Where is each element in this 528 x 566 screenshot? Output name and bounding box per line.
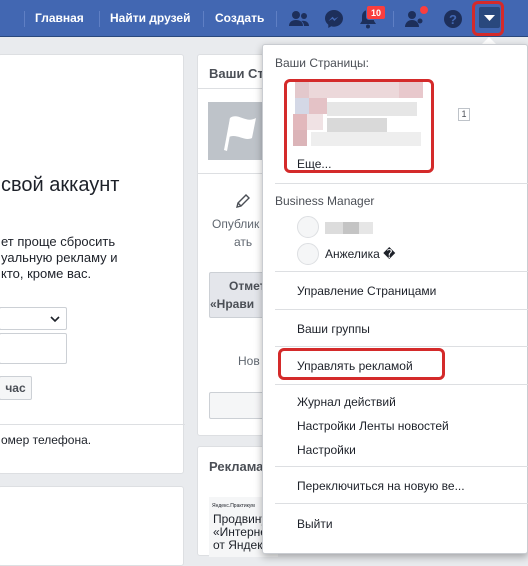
menu-item-news-feed-preferences[interactable]: Настройки Ленты новостей bbox=[297, 419, 449, 433]
like-page-label: Отмет bbox=[229, 279, 266, 293]
phone-input[interactable] bbox=[0, 333, 67, 364]
nav-separator bbox=[203, 11, 204, 27]
account-text-line: уальную рекламу и bbox=[1, 250, 118, 265]
avatar bbox=[297, 243, 319, 265]
svg-text:?: ? bbox=[449, 12, 457, 27]
blurred-business-name[interactable] bbox=[325, 222, 373, 234]
menu-item-manage-ads[interactable]: Управлять рекламой bbox=[297, 359, 413, 373]
nav-find-friends-link[interactable]: Найти друзей bbox=[110, 0, 190, 37]
page-cover[interactable] bbox=[208, 102, 268, 160]
nav-separator bbox=[99, 11, 100, 27]
messenger-icon[interactable] bbox=[321, 6, 347, 32]
send-now-button[interactable]: час bbox=[0, 376, 32, 400]
ad-brand: Яндекс.Практикум bbox=[212, 503, 255, 509]
blurred-pages-list[interactable] bbox=[289, 82, 423, 161]
divider bbox=[0, 424, 185, 425]
phone-note: омер телефона. bbox=[1, 433, 92, 447]
country-select[interactable] bbox=[0, 307, 67, 330]
publish-label[interactable]: ать bbox=[234, 235, 252, 249]
menu-item-switch-new-version[interactable]: Переключиться на новую ве... bbox=[297, 479, 465, 493]
menu-divider bbox=[275, 466, 528, 467]
avatar bbox=[297, 216, 319, 238]
new-label: Нов bbox=[238, 354, 260, 368]
nav-separator bbox=[24, 11, 25, 27]
menu-item-log-out[interactable]: Выйти bbox=[297, 517, 333, 531]
account-heading: свой аккаунт bbox=[1, 174, 120, 196]
pencil-icon bbox=[235, 193, 251, 212]
chevron-down-icon bbox=[50, 316, 60, 323]
help-icon[interactable]: ? bbox=[440, 6, 466, 32]
menu-item-settings[interactable]: Настройки bbox=[297, 443, 356, 457]
account-menu-caret-icon[interactable] bbox=[479, 7, 500, 28]
menu-item-your-groups[interactable]: Ваши группы bbox=[297, 322, 370, 336]
menu-divider bbox=[275, 183, 528, 184]
lower-card bbox=[0, 486, 184, 566]
menu-divider bbox=[275, 503, 528, 504]
business-manager-header: Business Manager bbox=[275, 194, 375, 208]
nav-home-link[interactable]: Главная bbox=[35, 0, 84, 37]
like-page-label: «Нрави bbox=[210, 297, 255, 311]
flag-icon bbox=[224, 116, 256, 151]
nav-separator bbox=[276, 11, 277, 27]
your-pages-title: Ваши Ст bbox=[209, 66, 264, 81]
menu-divider bbox=[275, 309, 528, 310]
nav-create-link[interactable]: Создать bbox=[215, 0, 264, 37]
account-dropdown-menu: Ваши Страницы: 1 Еще... Business Manager… bbox=[262, 44, 528, 554]
menu-divider bbox=[275, 384, 528, 385]
nav-separator bbox=[393, 11, 394, 27]
publish-label[interactable]: Опублик bbox=[212, 217, 259, 231]
business-account-item[interactable]: Анжелика � bbox=[325, 247, 395, 261]
account-security-card: свой аккаунт ет проще сбросить уальную р… bbox=[0, 54, 185, 474]
friends-icon[interactable] bbox=[286, 6, 312, 32]
notification-count-badge: 10 bbox=[366, 5, 387, 20]
menu-divider bbox=[275, 271, 528, 272]
top-navigation-bar: Главная Найти друзей Создать 10 ? bbox=[0, 0, 528, 37]
your-pages-header: Ваши Страницы: bbox=[275, 56, 370, 70]
account-text-line: кто, кроме вас. bbox=[1, 266, 92, 281]
menu-divider bbox=[275, 346, 528, 347]
more-pages-link[interactable]: Еще... bbox=[297, 157, 331, 171]
page-count-badge: 1 bbox=[458, 108, 470, 121]
menu-item-activity-log[interactable]: Журнал действий bbox=[297, 395, 396, 409]
friend-requests-dot bbox=[419, 5, 429, 15]
account-text-line: ет проще сбросить bbox=[1, 234, 116, 249]
menu-item-manage-pages[interactable]: Управление Страницами bbox=[297, 284, 436, 298]
ads-title: Реклама bbox=[209, 459, 264, 474]
